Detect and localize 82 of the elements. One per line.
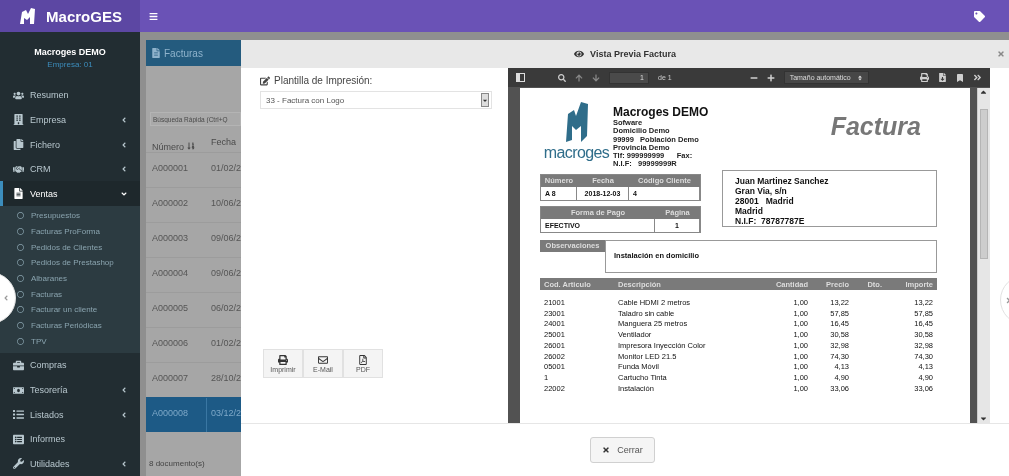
submenu-item[interactable]: Facturas (17, 286, 63, 303)
handshake-icon (13, 163, 24, 175)
building-icon (13, 114, 24, 126)
sidebar-toggle-icon[interactable] (516, 73, 525, 82)
customer-line: 28001 Madrid (735, 196, 795, 206)
bookmark-icon[interactable] (956, 73, 964, 82)
pdf-file-icon (358, 354, 368, 365)
submenu-item[interactable]: Pedidos de Clientes (17, 239, 103, 256)
download-icon[interactable] (938, 73, 947, 82)
arrow-down-icon[interactable] (592, 73, 600, 82)
close-button[interactable]: Cerrar (590, 437, 655, 463)
envelope-icon (318, 354, 328, 365)
company-name: Macroges DEMO (613, 106, 709, 119)
sidebar-item[interactable]: Empresa (0, 107, 140, 133)
close-icon[interactable] (997, 50, 1005, 58)
sort-icon (856, 74, 863, 81)
close-icon (602, 446, 611, 454)
zoom-in-icon[interactable] (766, 73, 775, 82)
list-icon (13, 409, 24, 421)
print-icon[interactable] (920, 73, 929, 82)
sidebar-item[interactable]: Tesorería (0, 377, 140, 403)
user-name: Macroges DEMO (34, 46, 106, 57)
invoice-title: Factura (830, 112, 921, 142)
sidebar-item[interactable]: Ventas (0, 181, 140, 206)
list-box-icon (13, 433, 24, 445)
chevron-left-icon (120, 165, 128, 174)
submenu-item[interactable]: Facturas Periódicas (17, 317, 102, 334)
banknote-icon (13, 384, 24, 396)
briefcase-icon (13, 359, 24, 371)
wrench-icon (13, 458, 24, 470)
copy-icon (13, 139, 24, 150)
chevron-left-icon (120, 115, 128, 124)
chevron-left-icon (120, 410, 128, 419)
chevron-left-icon (2, 294, 10, 302)
caret-down-icon[interactable] (979, 414, 988, 423)
sidebar-item[interactable]: Listados (0, 402, 140, 427)
template-select[interactable]: 33 - Factura con Logo (260, 91, 492, 109)
document-icon (151, 48, 161, 58)
customer-line: Madrid (735, 206, 764, 216)
sidebar-item[interactable]: Resumen (0, 83, 140, 108)
double-chevron-icon[interactable] (973, 73, 982, 82)
scrollbar-thumb[interactable] (980, 109, 988, 259)
sidebar-item[interactable]: Fichero (0, 132, 140, 157)
caret-up-icon[interactable] (979, 88, 988, 97)
menu-icon[interactable] (149, 11, 158, 21)
customer-line: Gran Via, s/n (735, 186, 788, 196)
chevron-left-icon (120, 140, 128, 149)
chevron-left-icon (120, 459, 128, 468)
submenu-item[interactable]: Facturas ProForma (17, 223, 100, 240)
edit-icon (260, 75, 270, 86)
sidebar-item[interactable]: Compras (0, 353, 140, 378)
sidebar-item[interactable]: CRM (0, 156, 140, 182)
sidebar-item[interactable]: Informes (0, 426, 140, 452)
document-icon (13, 188, 24, 200)
sidebar-item[interactable]: Utilidades (0, 451, 140, 476)
customer-line: Juan Martinez Sanchez (735, 176, 830, 186)
chevron-left-icon (120, 386, 128, 394)
submenu-item[interactable]: Pedidos de Prestashop (17, 255, 114, 271)
logo-text: macroges (543, 144, 610, 162)
column-header[interactable]: Número (146, 132, 207, 152)
submenu-item[interactable]: Albaranes (17, 270, 68, 287)
eye-icon (574, 49, 585, 59)
brand-name: MacroGES (46, 7, 122, 25)
users-icon (13, 89, 24, 101)
submenu-item[interactable]: Facturar un cliente (17, 302, 98, 318)
panel-title: Facturas (164, 47, 203, 59)
document-count: 8 documento(s) (148, 459, 206, 470)
column-header[interactable]: Fecha (207, 137, 236, 147)
sort-icon (187, 142, 195, 150)
search-icon[interactable] (558, 73, 566, 82)
company-label: Empresa: 01 (47, 59, 93, 69)
dialog-title: Vista Previa Factura (590, 49, 676, 59)
submenu-item[interactable]: Presupuestos (17, 207, 80, 224)
scrollbar[interactable] (977, 88, 990, 423)
submenu-item[interactable]: TPV (17, 333, 47, 350)
arrow-up-icon[interactable] (575, 73, 583, 82)
table-row[interactable]: A000008 03/12/2 (146, 397, 241, 432)
tag-icon[interactable] (974, 10, 985, 22)
chevron-down-icon (120, 189, 128, 198)
template-label: Plantilla de Impresión: (274, 75, 373, 86)
print-icon (278, 354, 288, 365)
customer-line: N.I.F: 78787787E (735, 216, 806, 226)
